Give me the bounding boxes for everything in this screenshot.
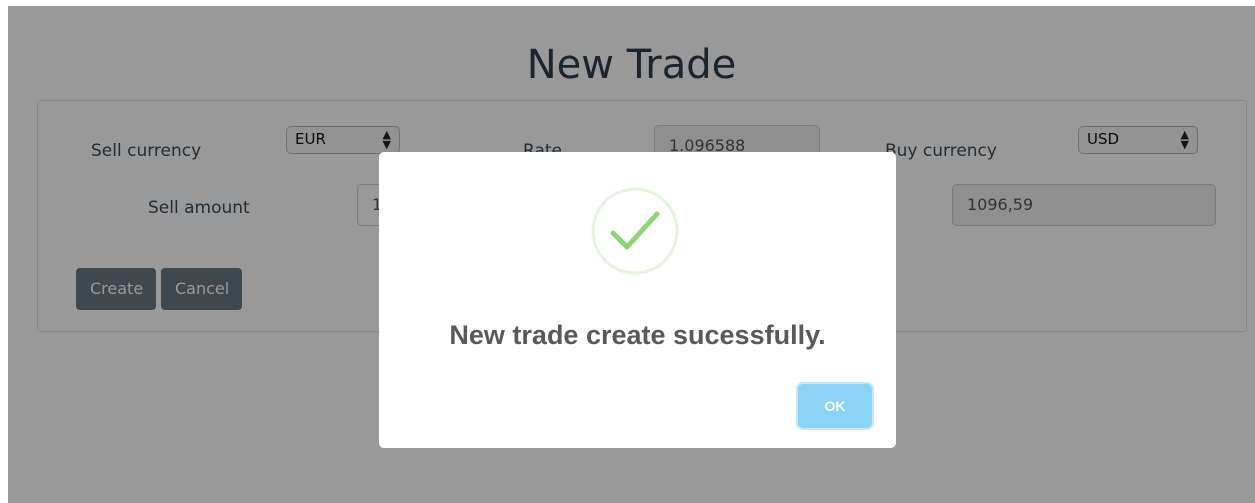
dialog-message: New trade create sucessfully.	[449, 320, 826, 350]
success-dialog: New trade create sucessfully. OK	[379, 152, 896, 448]
ok-button[interactable]: OK	[798, 384, 872, 428]
check-icon	[591, 187, 679, 275]
